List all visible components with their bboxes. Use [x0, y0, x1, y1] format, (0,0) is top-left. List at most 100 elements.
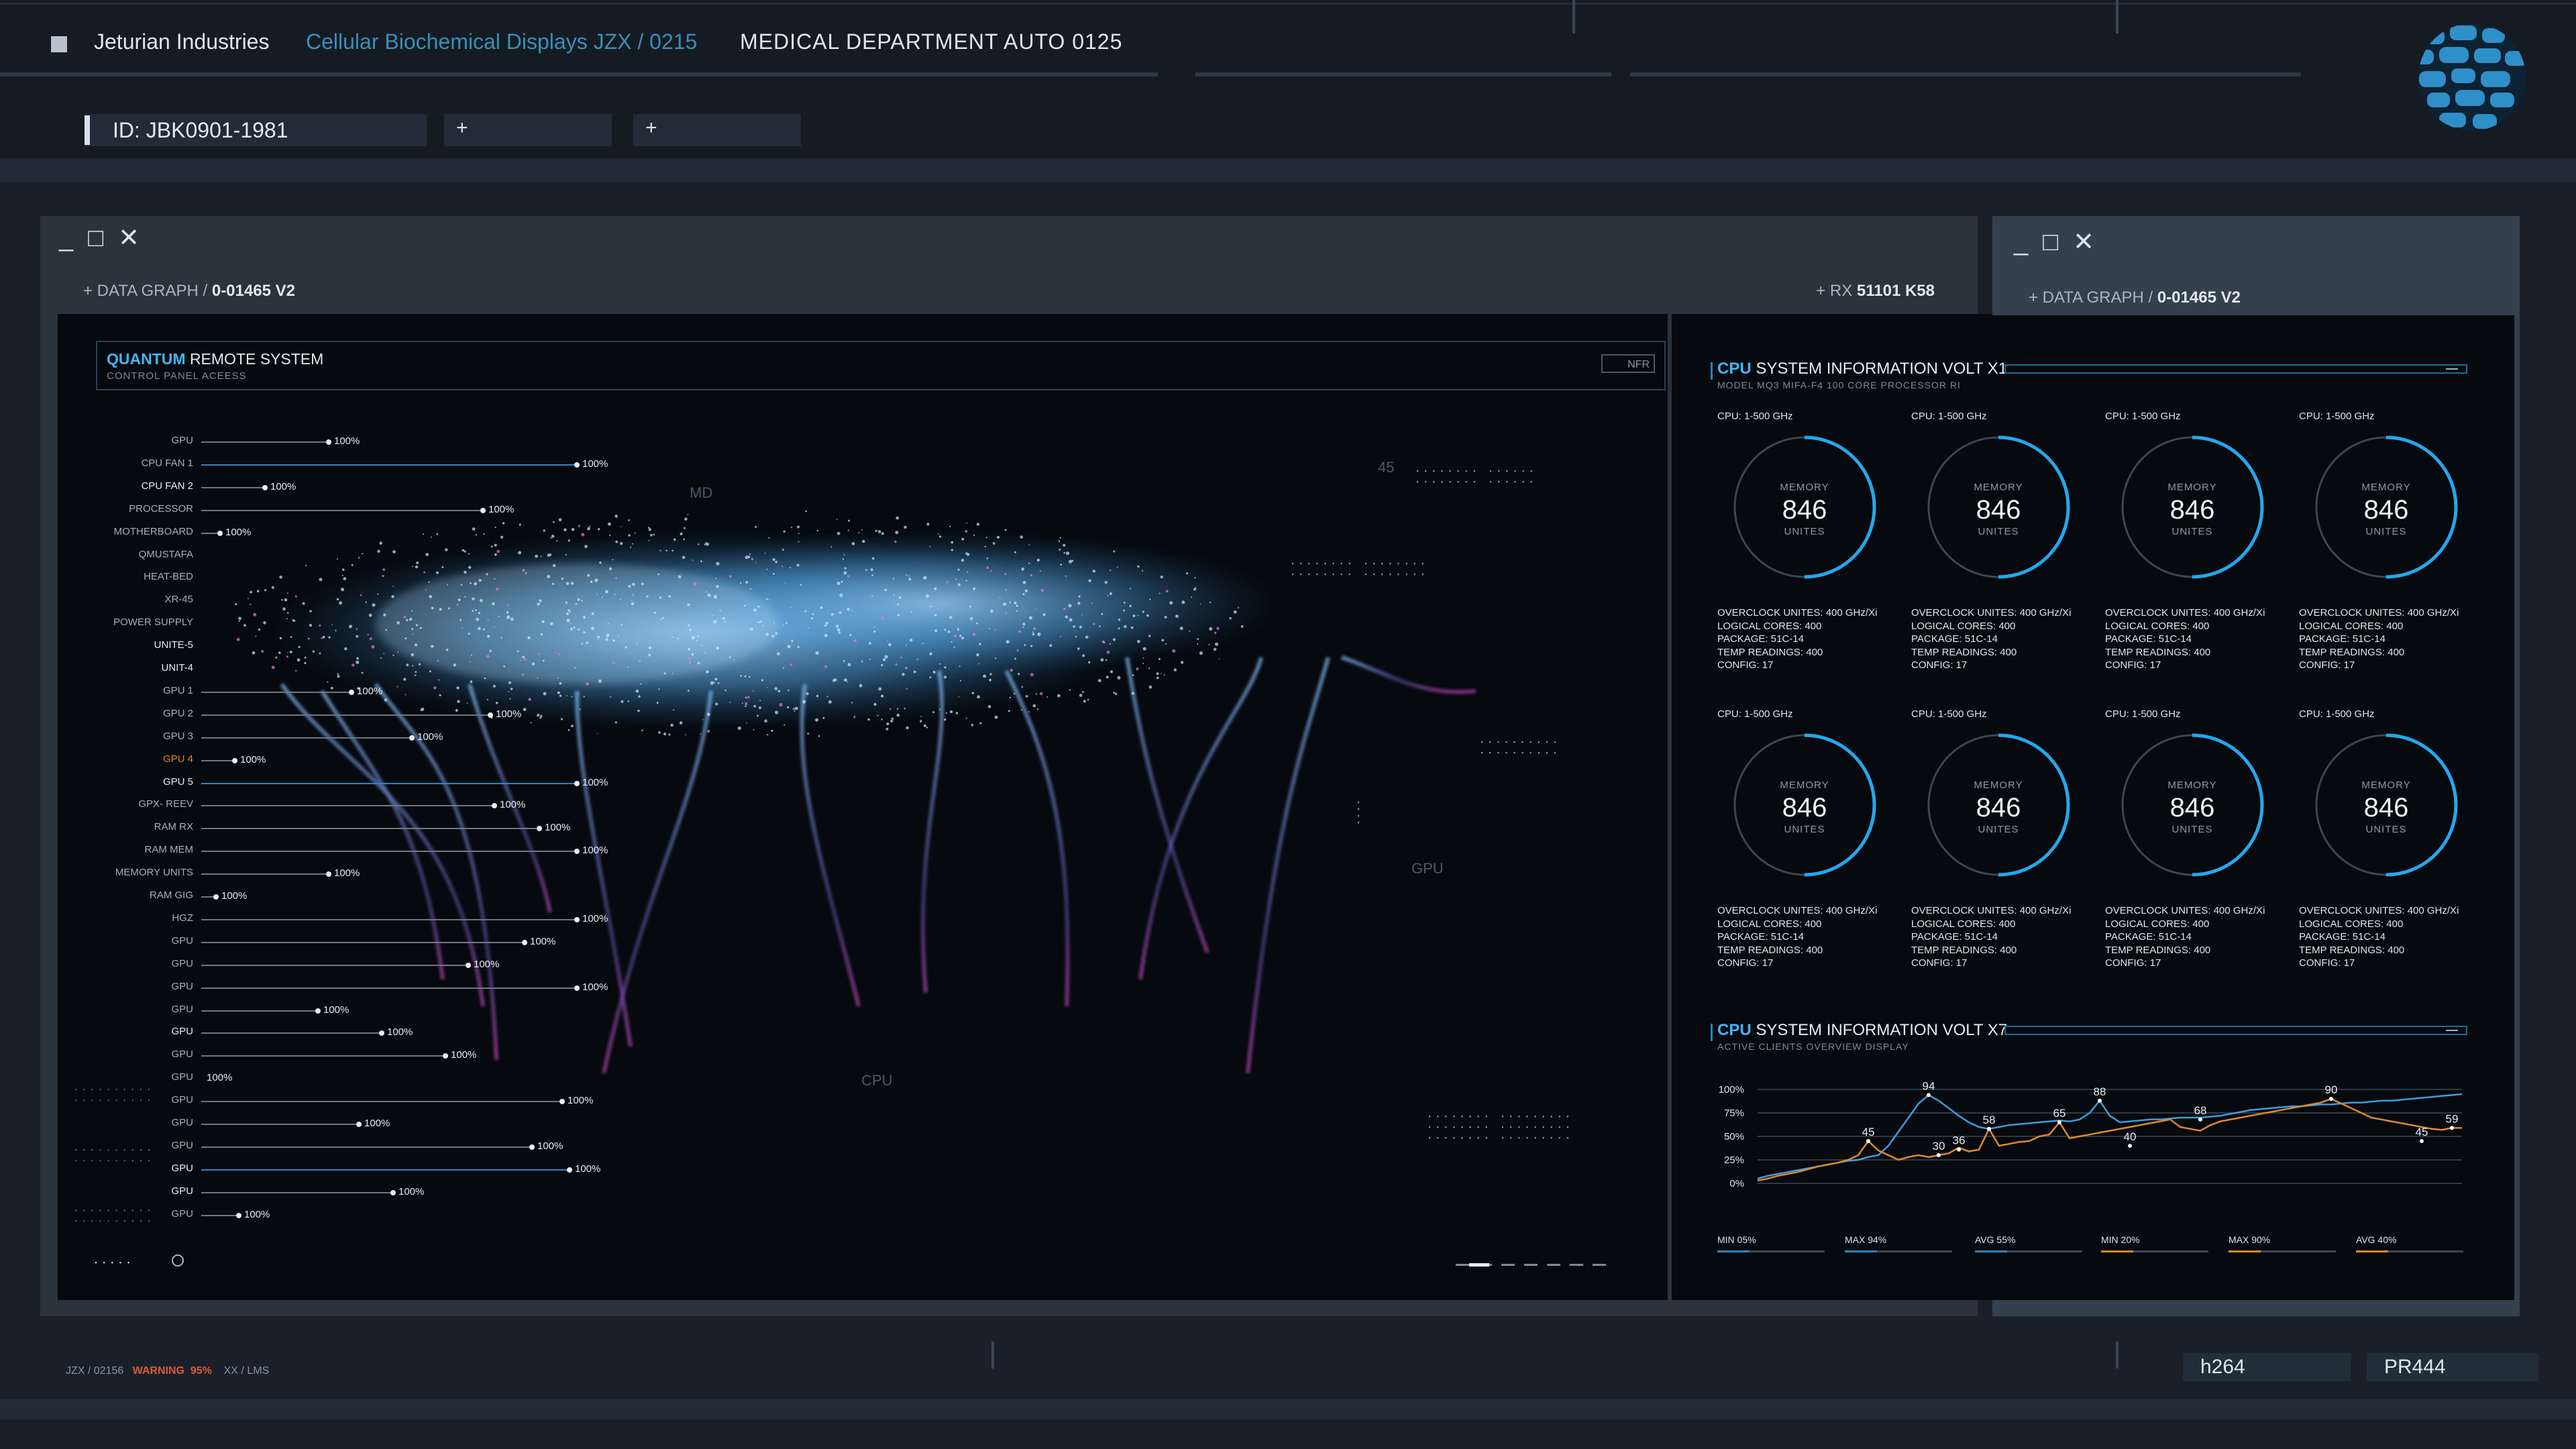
gauge-value: 846 [1976, 495, 2021, 525]
maximize-button[interactable]: □ [2043, 228, 2073, 256]
memory-gauge[interactable]: CPU: 1-500 GHz MEMORY 846 UNITES OVERCLOCK … [2299, 708, 2487, 990]
component-bar [201, 987, 577, 989]
department-name: MEDICAL DEPARTMENT AUTO 0125 [740, 30, 1123, 54]
component-name: MEMORY UNITS [115, 867, 193, 879]
spec-line: PACKAGE: 51C-14 [1717, 931, 1804, 943]
globe-logo-icon [2418, 23, 2526, 131]
component-percent: 100% [545, 822, 571, 834]
memory-gauge[interactable]: CPU: 1-500 GHz MEMORY 846 UNITES OVERCLOCK … [2299, 411, 2487, 692]
component-name: UNIT-4 [161, 662, 193, 674]
data-point [1927, 1093, 1931, 1097]
data-point [2420, 1139, 2424, 1143]
component-name: RAM RX [154, 821, 193, 833]
component-name: GPU [171, 1094, 193, 1106]
spec-line: LOGICAL CORES: 400 [2299, 620, 2404, 632]
spec-line: CONFIG: 17 [2105, 957, 2161, 969]
component-name: CPU FAN 1 [141, 457, 193, 469]
memory-gauge[interactable]: CPU: 1-500 GHz MEMORY 846 UNITES OVERCLOCK … [1911, 411, 2099, 692]
memory-gauge[interactable]: CPU: 1-500 GHz MEMORY 846 UNITES OVERCLOCK … [2105, 411, 2293, 692]
gauge-label: MEMORY [1974, 780, 2023, 791]
component-bar-end [356, 1122, 362, 1127]
cpu-info-bar [2004, 364, 2467, 374]
spec-line: OVERCLOCK UNITES: 400 GHz/Xi [2105, 607, 2265, 619]
component-bar [201, 714, 490, 716]
scroll-thumb[interactable] [1469, 1263, 1489, 1267]
spec-line: CONFIG: 17 [2105, 659, 2161, 671]
y-tick-label: 100% [1719, 1084, 1744, 1095]
component-name: UNITE-5 [154, 639, 193, 651]
spec-line: CONFIG: 17 [1717, 957, 1774, 969]
spec-line: OVERCLOCK UNITES: 400 GHz/Xi [1717, 607, 1878, 619]
y-tick-label: 75% [1724, 1108, 1744, 1119]
add-tab-button-2[interactable]: + [633, 114, 801, 146]
pager-dots[interactable]: ∙∙∙∙∙ [94, 1253, 135, 1271]
component-bar [201, 782, 577, 784]
component-bar-end [522, 939, 527, 945]
gauge-label: MEMORY [2167, 780, 2217, 791]
component-name: GPU 1 [162, 684, 193, 696]
component-bar-end [559, 1099, 565, 1105]
close-button[interactable]: ✕ [2073, 228, 2109, 256]
divider [2116, 0, 2118, 34]
component-bar [201, 1146, 532, 1148]
memory-gauge[interactable]: CPU: 1-500 GHz MEMORY 846 UNITES OVERCLOCK … [1911, 708, 2099, 990]
close-button[interactable]: ✕ [118, 224, 154, 252]
dot-cluster: ∙∙∙∙∙∙∙∙∙∙ [74, 1212, 156, 1228]
gauge-specs: OVERCLOCK UNITES: 400 GHz/Xi LOGICAL CORE… [2105, 606, 2265, 672]
component-bar [201, 1101, 562, 1103]
spec-line: OVERCLOCK UNITES: 400 GHz/Xi [2299, 607, 2459, 619]
component-bar-end [537, 826, 542, 832]
component-percent: 100% [417, 731, 443, 743]
memory-gauge[interactable]: CPU: 1-500 GHz MEMORY 846 UNITES OVERCLOCK … [1717, 708, 1905, 990]
component-percent: 100% [244, 1208, 270, 1220]
gauge-unit: UNITES [2171, 824, 2213, 835]
data-point [2128, 1144, 2132, 1148]
add-tab-button-1[interactable]: + [444, 114, 612, 146]
chart-stat-bar [1975, 1250, 2082, 1252]
spec-line: CONFIG: 17 [2299, 957, 2355, 969]
component-bar-end [529, 1144, 535, 1150]
component-bar [201, 851, 577, 853]
status-tail: XX / LMS [223, 1365, 270, 1377]
memory-gauge[interactable]: CPU: 1-500 GHz MEMORY 846 UNITES OVERCLOCK … [1717, 411, 1905, 692]
spec-line: LOGICAL CORES: 400 [2299, 918, 2404, 930]
id-field[interactable]: ID: JBK0901-1981 [85, 114, 427, 146]
spec-line: TEMP READINGS: 400 [2105, 646, 2211, 658]
component-bar-end [262, 484, 268, 490]
gauge-value: 846 [1782, 495, 1827, 525]
y-tick-label: 50% [1724, 1131, 1744, 1142]
nfr-toggle[interactable]: NFR [1601, 354, 1655, 373]
minimize-button[interactable]: _ [2014, 228, 2043, 256]
component-bar-end [390, 1189, 396, 1195]
y-tick-label: 25% [1724, 1155, 1744, 1166]
component-bar-end [574, 780, 580, 786]
component-name: GPU 3 [162, 730, 193, 742]
chart-stat-bar [2356, 1250, 2463, 1252]
data-label: 45 [1862, 1126, 1875, 1138]
component-percent: 100% [364, 1118, 390, 1129]
dot-cluster: ∙∙∙∙∙∙∙∙∙∙ [74, 1091, 156, 1108]
section-marker [1711, 362, 1713, 380]
component-name: RAM GIG [149, 890, 193, 901]
divider [1195, 72, 1611, 76]
status-ring-icon [172, 1254, 184, 1267]
gauge-clock: CPU: 1-500 GHz [1911, 411, 1987, 422]
quantum-header: QUANTUM REMOTE SYSTEM CONTROL PANEL ACEE… [96, 341, 1666, 390]
spec-line: LOGICAL CORES: 400 [1911, 620, 2016, 632]
cpu-clients-bar [2004, 1026, 2467, 1035]
component-bar-end [488, 712, 493, 718]
component-name: GPU [171, 1071, 193, 1083]
codec-box[interactable]: h264 [2183, 1353, 2351, 1381]
dot-column: ∙ ∙ ∙ ∙ [1356, 793, 1361, 830]
component-percent: 100% [568, 1095, 594, 1107]
gauge-unit: UNITES [1784, 824, 1825, 835]
component-list: GPU 100% CPU FAN 1 100% CPU FAN 2 100% PROCESS… [113, 432, 631, 1230]
memory-gauge[interactable]: CPU: 1-500 GHz MEMORY 846 UNITES OVERCLOCK … [2105, 708, 2293, 990]
minimize-button[interactable]: _ [59, 224, 88, 252]
heading-id: 0-01465 V2 [2157, 288, 2241, 307]
profile-box[interactable]: PR444 [2367, 1353, 2538, 1381]
maximize-button[interactable]: □ [88, 224, 118, 252]
dot-cluster: ∙∙∙∙∙∙∙∙ ∙∙∙∙∙∙∙∙ [1291, 565, 1429, 582]
data-point [2198, 1117, 2202, 1122]
spec-line: TEMP READINGS: 400 [1717, 944, 1823, 956]
